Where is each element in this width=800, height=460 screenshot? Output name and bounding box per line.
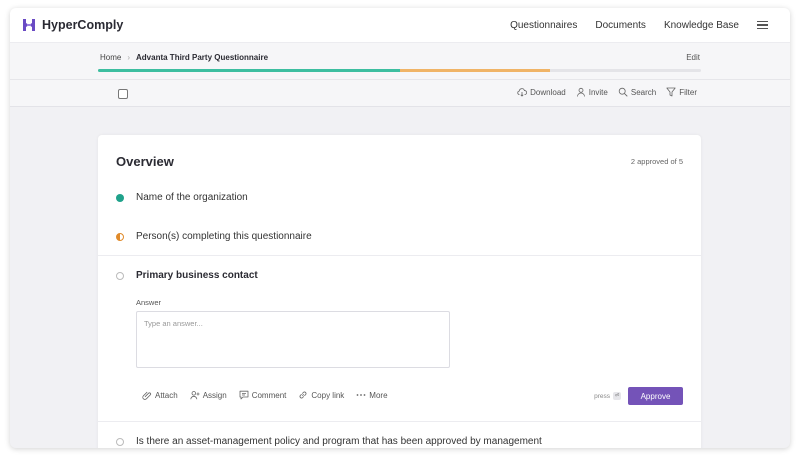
- attach-button[interactable]: Attach: [142, 390, 178, 400]
- question-item[interactable]: Name of the organization: [116, 192, 248, 203]
- assign-button[interactable]: Assign: [190, 390, 227, 400]
- main-nav: Questionnaires Documents Knowledge Base: [492, 20, 790, 31]
- paperclip-icon: [142, 391, 152, 400]
- approved-status-icon: [116, 193, 124, 202]
- search-icon: [618, 87, 628, 97]
- question-item[interactable]: Is there an asset-management policy and …: [116, 436, 542, 447]
- question-text: Primary business contact: [136, 270, 258, 281]
- more-label: More: [369, 390, 388, 400]
- brand-name: HyperComply: [42, 18, 124, 32]
- enter-key-icon: ⏎: [613, 392, 621, 400]
- section-title: Overview: [116, 154, 174, 169]
- comment-button[interactable]: Comment: [239, 390, 287, 400]
- open-status-icon: [116, 271, 124, 280]
- invite-button[interactable]: Invite: [576, 87, 608, 97]
- in-progress-status-icon: [116, 232, 124, 241]
- question-text: Name of the organization: [136, 192, 248, 203]
- approved-count: 2 approved of 5: [630, 157, 683, 166]
- approve-button[interactable]: Approve: [628, 387, 683, 405]
- select-all-checkbox[interactable]: [118, 89, 128, 99]
- active-question-panel: Primary business contact Answer Attach A…: [98, 255, 701, 422]
- filter-icon: [666, 87, 676, 97]
- comment-label: Comment: [251, 390, 287, 400]
- more-dots-icon: [356, 394, 366, 396]
- progress-approved-segment: [98, 69, 400, 72]
- answer-input[interactable]: [136, 311, 450, 368]
- filter-label: Filter: [679, 87, 697, 97]
- assign-label: Assign: [202, 390, 227, 400]
- download-label: Download: [530, 87, 566, 97]
- nav-questionnaires[interactable]: Questionnaires: [510, 20, 577, 31]
- section-card-overview: Overview 2 approved of 5 Name of the org…: [98, 135, 701, 448]
- search-button[interactable]: Search: [618, 87, 656, 97]
- cloud-download-icon: [517, 88, 528, 97]
- breadcrumb-bar: Home › Advanta Third Party Questionnaire…: [10, 43, 790, 80]
- app-window: HyperComply Questionnaires Documents Kno…: [10, 8, 790, 448]
- attach-label: Attach: [155, 390, 178, 400]
- copy-link-label: Copy link: [311, 390, 345, 400]
- breadcrumb: Home › Advanta Third Party Questionnaire: [100, 53, 268, 62]
- question-item-active[interactable]: Primary business contact: [116, 270, 258, 281]
- add-user-icon: [190, 391, 200, 400]
- top-navigation: HyperComply Questionnaires Documents Kno…: [10, 8, 790, 43]
- chevron-right-icon: ›: [127, 53, 131, 62]
- link-icon: [299, 391, 307, 399]
- open-status-icon: [116, 437, 124, 446]
- nav-documents[interactable]: Documents: [595, 20, 646, 31]
- search-label: Search: [630, 87, 657, 97]
- nav-knowledge-base[interactable]: Knowledge Base: [664, 20, 739, 31]
- hypercomply-logo-icon: [23, 19, 35, 31]
- download-button[interactable]: Download: [517, 87, 566, 97]
- breadcrumb-home[interactable]: Home: [100, 53, 121, 62]
- edit-link[interactable]: Edit: [686, 53, 700, 62]
- hamburger-menu-icon[interactable]: [757, 20, 768, 30]
- answer-label: Answer: [136, 298, 162, 307]
- user-icon: [576, 87, 585, 97]
- press-hint-text: press: [594, 392, 610, 400]
- toolbar-actions: Download Invite Search Filter: [507, 87, 697, 97]
- copy-link-button[interactable]: Copy link: [298, 390, 344, 400]
- questions-toolbar: Download Invite Search Filter: [10, 80, 790, 107]
- progress-in-progress-segment: [399, 69, 551, 72]
- filter-button[interactable]: Filter: [666, 87, 697, 97]
- answer-actions: Attach Assign Comment Copy link More: [142, 390, 400, 400]
- brand[interactable]: HyperComply: [22, 18, 123, 32]
- breadcrumb-current: Advanta Third Party Questionnaire: [136, 53, 269, 62]
- question-text: Person(s) completing this questionnaire: [136, 231, 312, 242]
- question-text: Is there an asset-management policy and …: [136, 436, 542, 447]
- invite-label: Invite: [588, 87, 608, 97]
- questionnaire-progress-bar: [98, 69, 701, 72]
- question-item[interactable]: Person(s) completing this questionnaire: [116, 231, 312, 242]
- more-button[interactable]: More: [356, 390, 388, 400]
- comment-icon: [239, 390, 249, 400]
- keyboard-hint: press ⏎: [594, 392, 621, 400]
